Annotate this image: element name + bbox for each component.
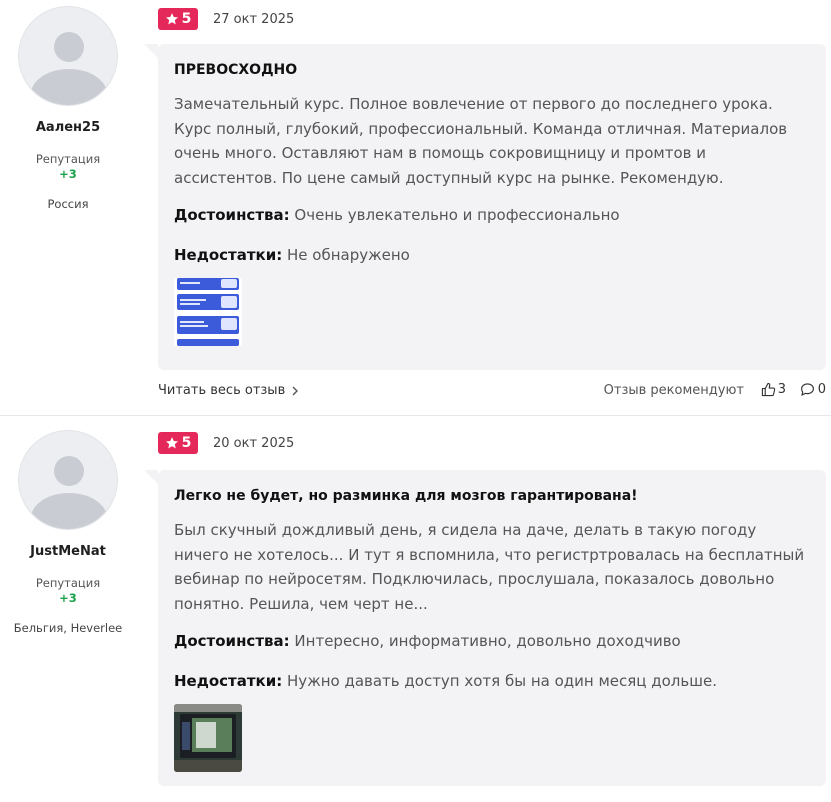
- pros-text: Очень увлекательно и профессионально: [294, 206, 620, 224]
- pros-label: Достоинства:: [174, 632, 290, 650]
- thumbs-up-icon: [761, 382, 775, 397]
- pros-text: Интересно, информативно, довольно доходч…: [294, 632, 681, 650]
- review-author: JustMeNat Репутация +3 Бельгия, Heverlee: [0, 430, 136, 635]
- cons-text: Не обнаружено: [287, 246, 410, 264]
- review-text: Был скучный дождливый день, я сидела на …: [174, 521, 805, 613]
- review-title[interactable]: Легко не будет, но разминка для мозгов г…: [174, 486, 810, 506]
- cons-label: Недостатки:: [174, 672, 283, 690]
- reputation-label: Репутация: [35, 576, 101, 590]
- reputation-label: Репутация: [35, 152, 101, 166]
- reputation-value: +3: [59, 591, 77, 605]
- author-name[interactable]: JustMeNat: [0, 544, 136, 559]
- review-date: 27 окт 2025: [213, 11, 295, 27]
- author-location: Бельгия, Heverlee: [13, 621, 123, 635]
- review-image-thumbnail[interactable]: [174, 278, 242, 346]
- review-footer: Читать весь отзыв Отзыв рекомендуют 3 0: [158, 382, 826, 402]
- read-full-review-link[interactable]: Читать весь отзыв: [158, 383, 299, 398]
- review-date: 20 окт 2025: [213, 435, 295, 451]
- review-cons: Недостатки: Нужно давать доступ хотя бы …: [174, 670, 810, 692]
- review-card: Легко не будет, но разминка для мозгов г…: [144, 470, 826, 786]
- review-text: Замечательный курс. Полное вовлечение от…: [174, 95, 788, 187]
- review-image-thumbnail[interactable]: [174, 704, 242, 772]
- star-icon: [165, 437, 178, 449]
- review-cons: Недостатки: Не обнаружено: [174, 244, 810, 266]
- review-author: Аален25 Репутация +3 Россия: [0, 6, 136, 211]
- recommend-label: Отзыв рекомендуют: [603, 383, 744, 398]
- like-button[interactable]: 3: [761, 382, 786, 397]
- author-name[interactable]: Аален25: [0, 120, 136, 135]
- comments-count: 0: [817, 382, 826, 397]
- author-location: Россия: [47, 197, 89, 211]
- avatar[interactable]: [18, 430, 118, 530]
- review-pros: Достоинства: Очень увлекательно и профес…: [174, 204, 810, 226]
- rating-badge: 5: [158, 432, 198, 454]
- rating-badge: 5: [158, 8, 198, 30]
- rating-value: 5: [181, 11, 192, 27]
- read-more-label: Читать весь отзыв: [158, 383, 286, 398]
- rating-value: 5: [181, 435, 192, 451]
- reputation-value: +3: [59, 167, 77, 181]
- comment-icon: [800, 383, 814, 396]
- review-item: Аален25 Репутация +3 Россия 5 27 окт 202…: [0, 0, 831, 416]
- cons-text: Нужно давать доступ хотя бы на один меся…: [287, 672, 717, 690]
- review-pros: Достоинства: Интересно, информативно, до…: [174, 630, 810, 652]
- review-meta: 5 27 окт 2025: [158, 8, 294, 30]
- review-card: ПРЕВОСХОДНО Замечательный курс. Полное в…: [144, 44, 826, 370]
- star-icon: [165, 13, 178, 25]
- review-meta: 5 20 окт 2025: [158, 432, 294, 454]
- pros-label: Достоинства:: [174, 206, 290, 224]
- avatar[interactable]: [18, 6, 118, 106]
- review-item: JustMeNat Репутация +3 Бельгия, Heverlee…: [0, 424, 831, 802]
- review-title[interactable]: ПРЕВОСХОДНО: [174, 60, 810, 80]
- cons-label: Недостатки:: [174, 246, 283, 264]
- chevron-right-icon: [292, 386, 299, 395]
- likes-count: 3: [777, 382, 786, 397]
- comments-button[interactable]: 0: [800, 382, 826, 397]
